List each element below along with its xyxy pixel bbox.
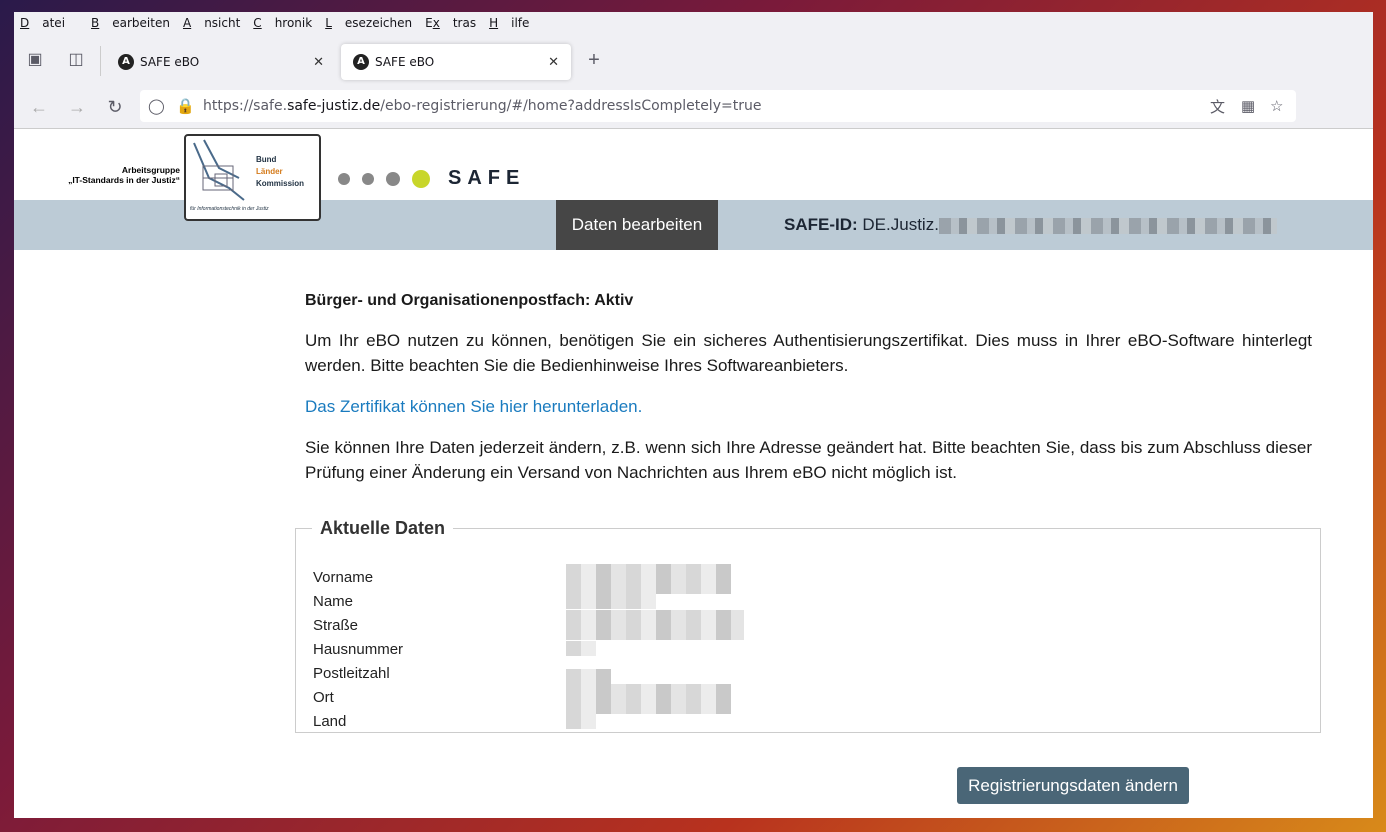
field-label-vorname: Vorname [313, 569, 374, 586]
status-heading: Bürger- und Organisationenpostfach: Akti… [305, 292, 634, 309]
ag-label: Arbeitsgruppe „IT-Standards in der Justi… [68, 165, 180, 185]
safe-id: SAFE-ID: DE.Justiz. [784, 215, 1277, 235]
close-tab-icon[interactable]: ✕ [313, 55, 324, 70]
browser-window: Datei Bearbeiten Ansicht Chronik Lesezei… [14, 12, 1373, 818]
tab-title: SAFE eBO [140, 55, 200, 69]
redacted-value [566, 564, 731, 594]
menu-datei[interactable]: Datei [20, 16, 78, 30]
tab-title: SAFE eBO [375, 55, 435, 69]
forward-icon[interactable]: → [66, 96, 88, 118]
extensions-icon[interactable]: ▦ [1241, 97, 1255, 115]
menubar: Datei Bearbeiten Ansicht Chronik Lesezei… [14, 12, 1373, 34]
page-header: Arbeitsgruppe „IT-Standards in der Justi… [14, 129, 1373, 221]
url-bar[interactable]: ◯ 🔒 https://safe.safe-justiz.de/ebo-regi… [140, 90, 1296, 122]
lock-icon[interactable]: 🔒 [176, 97, 195, 115]
field-label-postleitzahl: Postleitzahl [313, 665, 390, 682]
redacted-block [938, 217, 1277, 234]
redacted-value [566, 594, 656, 609]
reload-icon[interactable]: ↻ [104, 96, 126, 118]
blk-logo-subtitle: für Informationstechnik in der Justiz [190, 206, 269, 212]
back-icon[interactable]: ← [28, 96, 50, 118]
tab-bar: ▣ ◫ A SAFE eBO ✕ A SAFE eBO ✕ + [14, 34, 1373, 86]
translate-icon[interactable]: 文 [1210, 96, 1225, 117]
dot-icon [386, 171, 400, 186]
change-info: Sie können Ihre Daten jederzeit ändern, … [305, 438, 1312, 482]
redacted-value [566, 610, 744, 640]
menu-lesezeichen[interactable]: Lesezeichen [325, 16, 412, 30]
current-data-fieldset: Aktuelle Daten Vorname Name Straße Hausn… [295, 518, 1321, 733]
main-content: Bürger- und Organisationenpostfach: Akti… [305, 292, 1312, 501]
safe-label: SAFE [448, 167, 526, 189]
certificate-download-link[interactable]: Das Zertifikat können Sie hier herunterl… [305, 397, 642, 416]
menu-ansicht[interactable]: Ansicht [183, 16, 240, 30]
close-tab-icon[interactable]: ✕ [548, 55, 559, 70]
certificate-info: Um Ihr eBO nutzen zu können, benötigen S… [305, 331, 1312, 375]
web-page: Arbeitsgruppe „IT-Standards in der Justi… [14, 129, 1373, 818]
angular-favicon-icon: A [118, 54, 134, 70]
menu-extras[interactable]: Ex tras [425, 16, 476, 30]
tab-separator [100, 46, 101, 76]
field-label-land: Land [313, 713, 347, 730]
safe-id-label: SAFE-ID: [784, 215, 858, 234]
field-label-strasse: Straße [313, 617, 359, 634]
field-label-ort: Ort [313, 689, 334, 706]
redacted-value [566, 641, 596, 656]
menu-bearbeiten[interactable]: Bearbeiten [91, 16, 170, 30]
bookmark-star-icon[interactable]: ☆ [1270, 97, 1283, 115]
dot-yellow-icon [412, 169, 430, 188]
redacted-value [566, 714, 596, 729]
menu-hilfe[interactable]: Hilfe [489, 16, 529, 30]
blk-emblem-icon [193, 139, 245, 201]
field-label-name: Name [313, 593, 354, 610]
angular-favicon-icon: A [353, 54, 369, 70]
firefox-view-icon[interactable]: ▣ [25, 50, 45, 70]
safe-id-value: DE.Justiz. [862, 215, 939, 234]
safe-brand: SAFE [338, 167, 525, 190]
registrierungsdaten-aendern-button[interactable]: Registrierungsdaten ändern [957, 767, 1189, 804]
tab-safe-ebo-2[interactable]: A SAFE eBO ✕ [341, 44, 571, 80]
blk-logo: Bund Länder Kommission für Informationst… [184, 134, 321, 221]
fieldset-legend: Aktuelle Daten [320, 518, 446, 538]
shield-icon[interactable]: ◯ [148, 97, 165, 115]
menu-chronik[interactable]: Chronik [253, 16, 312, 30]
redacted-value [566, 684, 731, 714]
new-tab-icon[interactable]: + [584, 50, 604, 70]
sidebar-icon[interactable]: ◫ [66, 50, 86, 70]
blk-logo-text: Bund Länder Kommission [256, 155, 305, 188]
tab-safe-ebo-1[interactable]: A SAFE eBO ✕ [106, 44, 336, 80]
menu-datei-rest: atei [42, 16, 66, 30]
redacted-value [566, 669, 611, 684]
dot-icon [362, 172, 374, 185]
field-label-hausnummer: Hausnummer [313, 641, 404, 658]
daten-bearbeiten-button[interactable]: Daten bearbeiten [556, 200, 718, 250]
dot-icon [338, 172, 350, 185]
nav-bar: ← → ↻ ◯ 🔒 https://safe.safe-justiz.de/eb… [14, 86, 1373, 129]
url-text[interactable]: https://safe.safe-justiz.de/ebo-registri… [203, 98, 761, 114]
